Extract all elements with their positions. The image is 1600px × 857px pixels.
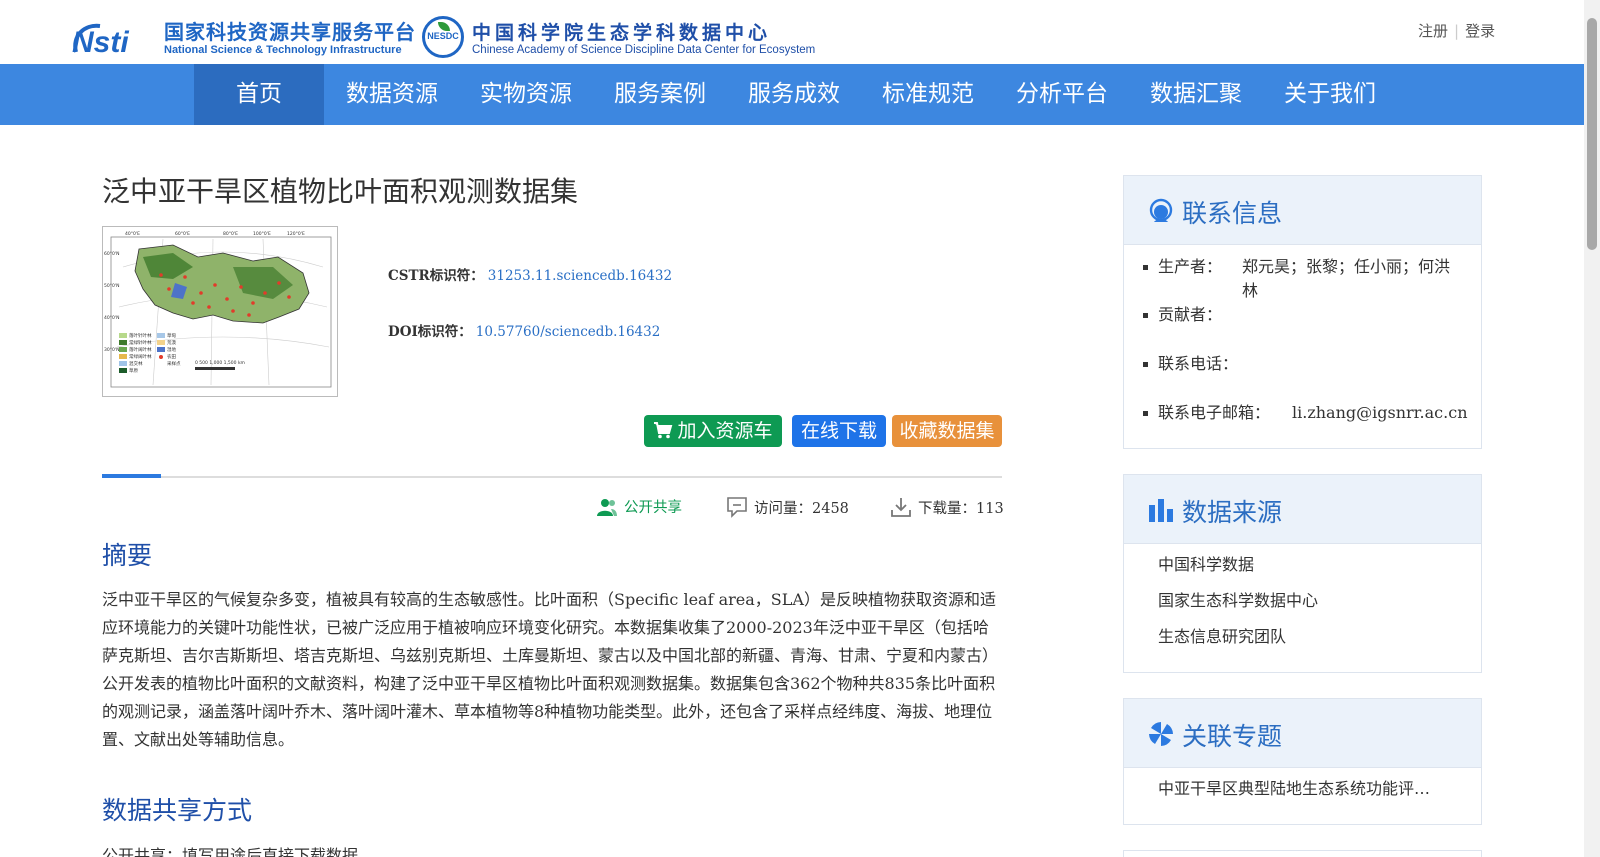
contact-panel-title: 联系信息 xyxy=(1182,199,1283,228)
nsti-logo-mark: Nsti xyxy=(72,23,129,58)
legend-label: 落叶针叶林 xyxy=(129,332,152,339)
related-topic-list: 中亚干旱区典型陆地生态系统功能评… xyxy=(1124,768,1481,814)
lon-label: 40°0'E xyxy=(125,231,140,237)
contact-list: 生产者： 郑元昊；张黎；任小丽；何洪林 贡献者： 联系电话： 联系电子邮箱： li.… xyxy=(1124,245,1481,441)
main-nav: 首页 数据资源 实物资源 服务案例 服务成效 标准规范 分析平台 数据汇聚 关于… xyxy=(0,64,1584,125)
nav-item-physical-resources[interactable]: 实物资源 xyxy=(468,64,584,125)
center-name-cn: 中国科学院生态学科数据中心 xyxy=(472,22,772,44)
data-source-panel-title: 数据来源 xyxy=(1182,498,1283,527)
comment-icon xyxy=(727,497,747,518)
headset-user-icon xyxy=(1149,198,1173,222)
next-panel-edge xyxy=(1123,850,1482,857)
legend-label: 常绿针叶林 xyxy=(129,339,152,346)
related-topic-panel-header: 关联专题 xyxy=(1124,699,1481,768)
doi-link[interactable]: 10.57760/sciencedb.16432 xyxy=(476,324,661,340)
lon-label: 60°0'E xyxy=(175,231,190,237)
nav-item-analysis-platform[interactable]: 分析平台 xyxy=(1004,64,1120,125)
nav-item-service-results[interactable]: 服务成效 xyxy=(736,64,852,125)
lat-label: 50°0'N xyxy=(104,283,119,289)
sharing-heading: 数据共享方式 xyxy=(102,796,253,825)
nav-item-data-resources[interactable]: 数据资源 xyxy=(334,64,450,125)
abstract-heading: 摘要 xyxy=(102,541,153,570)
shopping-cart-icon xyxy=(654,422,673,439)
legend-label: 农田 xyxy=(167,353,176,360)
legend-label: 草原 xyxy=(129,367,138,374)
favorite-dataset-button[interactable]: 收藏数据集 xyxy=(892,415,1002,447)
contact-email-value[interactable]: li.zhang@igsnrr.ac.cn xyxy=(1292,401,1468,425)
data-source-panel-header: 数据来源 xyxy=(1124,475,1481,544)
platform-name-en: National Science & Technology Infrastruc… xyxy=(164,44,402,56)
add-to-cart-label: 加入资源车 xyxy=(677,420,773,442)
contact-producer: 生产者： 郑元昊；张黎；任小丽；何洪林 xyxy=(1124,255,1481,303)
active-tab-indicator xyxy=(102,474,161,478)
lon-label: 80°0'E xyxy=(223,231,238,237)
nav-item-standards[interactable]: 标准规范 xyxy=(870,64,986,125)
auth-divider: | xyxy=(1454,22,1460,40)
legend-label: 落叶阔叶林 xyxy=(129,346,152,353)
legend-label: 荒漠 xyxy=(167,339,176,346)
pinwheel-icon xyxy=(1149,722,1173,746)
users-icon xyxy=(597,499,617,516)
lat-label: 40°0'N xyxy=(104,315,119,321)
download-icon xyxy=(891,498,911,517)
download-count-stat: 下载量：113 xyxy=(890,496,1004,518)
nav-item-home[interactable]: 首页 xyxy=(194,64,324,125)
legend-label: 采样点 xyxy=(167,360,181,367)
cstr-identifier: CSTR标识符： 31253.11.sciencedb.16432 xyxy=(388,264,672,284)
svg-text:Nsti: Nsti xyxy=(72,26,129,58)
related-topic-panel: 关联专题 中亚干旱区典型陆地生态系统功能评… xyxy=(1123,698,1482,825)
login-link[interactable]: 登录 xyxy=(1465,20,1495,41)
legend-label: 湿地 xyxy=(167,346,176,353)
doi-label: DOI标识符： xyxy=(388,324,472,340)
legend-label: 混交林 xyxy=(129,360,143,367)
nav-item-data-aggregation[interactable]: 数据汇聚 xyxy=(1138,64,1254,125)
auth-links: 注册 | 登录 xyxy=(1418,20,1495,41)
contact-panel-header: 联系信息 xyxy=(1124,176,1481,245)
center-logo[interactable]: NESDC 中国科学院生态学科数据中心 Chinese Academy of S… xyxy=(422,14,822,60)
abstract-text: 泛中亚干旱区的气候复杂多变，植被具有较高的生态敏感性。比叶面积（Specific… xyxy=(102,590,999,749)
center-name-en: Chinese Academy of Science Discipline Da… xyxy=(472,44,816,56)
cstr-label: CSTR标识符： xyxy=(388,268,484,284)
source-item[interactable]: 国家生态科学数据中心 xyxy=(1124,590,1481,626)
leaf-icon xyxy=(438,22,450,31)
topic-item[interactable]: 中亚干旱区典型陆地生态系统功能评… xyxy=(1124,778,1481,814)
legend-label: 常绿阔叶林 xyxy=(129,353,152,360)
contact-contributor: 贡献者： xyxy=(1124,303,1481,352)
dataset-title: 泛中亚干旱区植物比叶面积观测数据集 xyxy=(102,175,579,208)
source-item[interactable]: 生态信息研究团队 xyxy=(1124,626,1481,662)
doi-identifier: DOI标识符： 10.57760/sciencedb.16432 xyxy=(388,320,660,340)
sharing-text: 公开共享：填写用途后直接下载数据 xyxy=(102,846,359,857)
nav-item-about-us[interactable]: 关于我们 xyxy=(1272,64,1388,125)
contact-email: 联系电子邮箱： li.zhang@igsnrr.ac.cn xyxy=(1124,401,1481,441)
data-source-list: 中国科学数据 国家生态科学数据中心 生态信息研究团队 xyxy=(1124,544,1481,662)
lon-label: 120°0'E xyxy=(287,231,305,237)
study-area-map: 40°0'E 60°0'E 80°0'E 100°0'E 120°0'E 60°… xyxy=(104,231,332,388)
lon-label: 100°0'E xyxy=(253,231,271,237)
site-header: Nsti 国家科技资源共享服务平台 National Science & Tec… xyxy=(0,0,1584,64)
scale-bar-label: 0 500 1,000 1,500 km xyxy=(195,360,245,366)
scrollbar-thumb[interactable] xyxy=(1587,18,1597,250)
source-item[interactable]: 中国科学数据 xyxy=(1124,554,1481,590)
platform-logo[interactable]: Nsti 国家科技资源共享服务平台 National Science & Tec… xyxy=(70,14,415,60)
related-topic-panel-title: 关联专题 xyxy=(1182,722,1283,751)
nav-item-service-cases[interactable]: 服务案例 xyxy=(602,64,718,125)
data-source-panel: 数据来源 中国科学数据 国家生态科学数据中心 生态信息研究团队 xyxy=(1123,474,1482,673)
share-mode-stat: 公开共享 xyxy=(596,496,682,517)
contact-panel: 联系信息 生产者： 郑元昊；张黎；任小丽；何洪林 贡献者： 联系电话： 联系电子邮… xyxy=(1123,175,1482,449)
dataset-thumbnail-map[interactable]: 40°0'E 60°0'E 80°0'E 100°0'E 120°0'E 60°… xyxy=(102,226,338,397)
visit-count-stat: 访问量：2458 xyxy=(726,496,849,518)
lat-label: 60°0'N xyxy=(104,251,119,257)
contact-phone: 联系电话： xyxy=(1124,352,1481,401)
cstr-link[interactable]: 31253.11.sciencedb.16432 xyxy=(488,268,672,284)
legend-label: 草甸 xyxy=(167,332,176,339)
page-scrollbar[interactable] xyxy=(1584,0,1600,857)
platform-name-cn: 国家科技资源共享服务平台 xyxy=(164,20,416,44)
tab-bar xyxy=(102,474,1002,478)
nesdc-seal-icon: NESDC xyxy=(422,16,464,58)
lat-label: 30°0'N xyxy=(104,347,119,353)
add-to-cart-button[interactable]: 加入资源车 xyxy=(644,415,782,447)
online-download-button[interactable]: 在线下载 xyxy=(792,415,886,447)
register-link[interactable]: 注册 xyxy=(1418,20,1448,41)
bar-chart-icon xyxy=(1149,499,1173,522)
